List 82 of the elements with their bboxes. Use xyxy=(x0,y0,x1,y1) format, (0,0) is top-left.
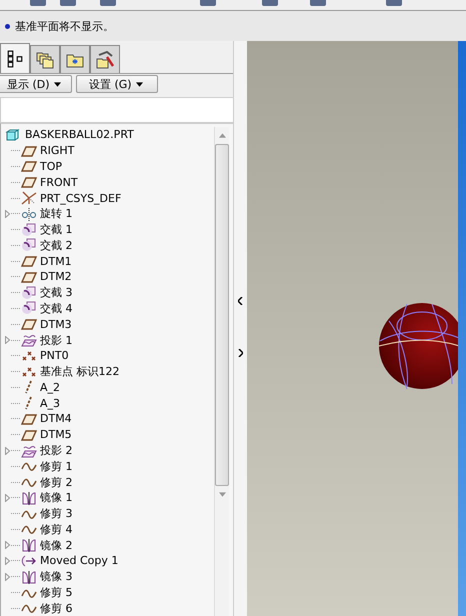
toolbar-icon[interactable] xyxy=(30,0,46,6)
tree-item[interactable]: 修剪 2 xyxy=(38,474,72,490)
toolbar-icon[interactable] xyxy=(100,0,116,6)
toolbar-icon[interactable] xyxy=(60,0,76,6)
intersect-curve-icon xyxy=(21,286,37,300)
message-text: 基准平面将不显示。 xyxy=(15,18,114,34)
scroll-thumb[interactable] xyxy=(215,144,229,486)
scroll-up-icon[interactable] xyxy=(218,133,226,138)
mirror-icon xyxy=(21,538,37,552)
tree-item[interactable]: 镜像 2 xyxy=(38,538,72,553)
menu-button[interactable]: 显示 (D) xyxy=(0,75,72,93)
tree-item[interactable]: TOP xyxy=(38,160,62,173)
tree-item[interactable]: DTM2 xyxy=(38,270,72,284)
datum-plane-icon xyxy=(21,412,37,426)
tree-item[interactable]: RIGHT xyxy=(38,144,74,158)
bullet-icon xyxy=(5,24,10,28)
tree-item[interactable]: 投影 1 xyxy=(38,332,72,348)
caret-icon xyxy=(54,82,61,86)
datum-plane-icon xyxy=(21,159,37,174)
scrollbar[interactable] xyxy=(214,127,229,616)
tree-item[interactable]: 旋转 1 xyxy=(38,206,72,222)
tree-item[interactable]: FRONT xyxy=(38,176,78,189)
tools-folder-icon xyxy=(96,50,114,68)
tree-item[interactable]: DTM5 xyxy=(38,428,72,442)
part-icon xyxy=(4,128,20,142)
projected-curve-icon xyxy=(21,444,37,458)
toolbar-icon[interactable] xyxy=(386,0,402,6)
caret-icon xyxy=(136,82,143,86)
tree-item[interactable]: 投影 2 xyxy=(38,443,72,458)
tree-item[interactable]: PRT_CSYS_DEF xyxy=(38,192,122,205)
tree-item[interactable]: 修剪 6 xyxy=(38,600,72,616)
intersect-curve-icon xyxy=(21,301,37,316)
tree-item[interactable]: PNT0 xyxy=(38,349,69,362)
tree-item[interactable]: 交截 1 xyxy=(38,222,72,238)
mirror-icon xyxy=(21,570,37,584)
tree-item[interactable]: 交截 3 xyxy=(38,285,72,300)
intersect-curve-icon xyxy=(21,238,37,252)
model-tree-icon xyxy=(6,50,24,68)
tree-item[interactable]: 修剪 3 xyxy=(38,506,72,522)
scroll-down-icon[interactable] xyxy=(218,492,226,497)
tree-item[interactable]: 交截 4 xyxy=(38,300,72,316)
navigator-tab[interactable] xyxy=(0,43,30,73)
tree-item[interactable]: DTM1 xyxy=(38,254,72,268)
tree-item[interactable]: A_3 xyxy=(38,396,60,410)
coordinate-system-icon xyxy=(21,191,37,206)
tree-item[interactable]: Moved Copy 1 xyxy=(38,554,118,568)
toolbar-icon[interactable] xyxy=(262,0,278,6)
tree-item[interactable]: DTM4 xyxy=(38,412,72,426)
collapse-left-icon[interactable] xyxy=(238,297,243,305)
menu-button[interactable]: 设置 (G) xyxy=(76,75,158,93)
mirror-icon xyxy=(21,490,37,505)
move-copy-icon xyxy=(21,554,37,568)
tree-item[interactable]: DTM3 xyxy=(38,318,72,331)
tree-item[interactable]: A_2 xyxy=(38,380,60,394)
tree-item[interactable]: 修剪 5 xyxy=(38,585,72,600)
projected-curve-icon xyxy=(21,333,37,348)
expand-icon[interactable] xyxy=(5,446,10,455)
datum-plane-icon xyxy=(21,144,37,158)
datum-plane-icon xyxy=(21,270,37,284)
expand-right-icon[interactable] xyxy=(238,349,243,357)
tree-item[interactable]: 交截 2 xyxy=(38,238,72,253)
intersect-curve-icon xyxy=(21,222,37,237)
folders-icon xyxy=(36,50,54,68)
datum-point-icon xyxy=(21,348,37,363)
toolbar-icon[interactable] xyxy=(310,0,326,6)
tree-item[interactable]: 镜像 1 xyxy=(38,490,72,506)
datum-plane-icon xyxy=(21,175,37,190)
datum-plane-icon xyxy=(21,254,37,268)
revolve-icon xyxy=(21,206,37,221)
toolbar-icon[interactable] xyxy=(200,0,216,6)
tree-item[interactable]: BASKERBALL02.PRT xyxy=(23,128,134,142)
datum-plane-icon xyxy=(21,317,37,332)
navigator-tab[interactable] xyxy=(30,45,60,73)
tree-item[interactable]: 基准点 标识122 xyxy=(38,364,120,380)
datum-point-icon xyxy=(21,364,37,379)
expand-icon[interactable] xyxy=(5,494,10,502)
expand-icon[interactable] xyxy=(5,336,10,344)
expand-icon[interactable] xyxy=(5,210,10,218)
tree-item[interactable]: 修剪 1 xyxy=(38,458,72,474)
tree-item[interactable]: 修剪 4 xyxy=(38,522,72,537)
tree-item[interactable]: 镜像 3 xyxy=(38,569,72,584)
datum-plane-icon xyxy=(21,428,37,442)
